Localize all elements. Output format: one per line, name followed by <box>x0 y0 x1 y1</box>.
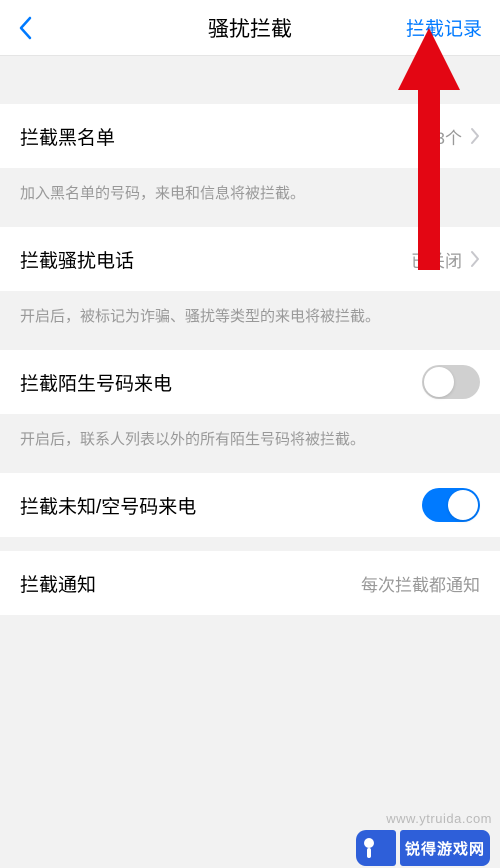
row-harass-calls[interactable]: 拦截骚扰电话 已关闭 <box>0 227 500 291</box>
row-desc: 开启后，被标记为诈骗、骚扰等类型的来电将被拦截。 <box>0 291 500 350</box>
logo-icon <box>356 830 396 866</box>
section-gap <box>0 537 500 551</box>
row-label: 拦截黑名单 <box>20 123 115 150</box>
logo-text: 锐得游戏网 <box>400 830 490 866</box>
row-value: 每次拦截都通知 <box>361 571 480 596</box>
row-right: 3个 <box>436 124 480 149</box>
section-gap <box>0 56 500 104</box>
page-title: 骚扰拦截 <box>208 13 292 43</box>
back-button[interactable] <box>18 16 58 40</box>
row-label: 拦截通知 <box>20 570 96 597</box>
row-right: 每次拦截都通知 <box>361 571 480 596</box>
header: 骚扰拦截 拦截记录 <box>0 0 500 56</box>
row-desc: 开启后，联系人列表以外的所有陌生号码将被拦截。 <box>0 414 500 473</box>
records-button[interactable]: 拦截记录 <box>406 14 482 41</box>
row-notify[interactable]: 拦截通知 每次拦截都通知 <box>0 551 500 615</box>
toggle-unknown[interactable] <box>422 488 480 522</box>
row-right: 已关闭 <box>411 247 480 272</box>
watermark-url: www.ytruida.com <box>386 811 492 826</box>
row-value: 已关闭 <box>411 247 462 272</box>
toggle-stranger[interactable] <box>422 365 480 399</box>
toggle-knob <box>448 490 478 520</box>
chevron-right-icon <box>470 250 480 268</box>
site-logo: 锐得游戏网 <box>356 830 490 866</box>
toggle-knob <box>424 367 454 397</box>
row-block-stranger: 拦截陌生号码来电 <box>0 350 500 414</box>
row-blacklist[interactable]: 拦截黑名单 3个 <box>0 104 500 168</box>
row-value: 3个 <box>436 124 462 149</box>
row-label: 拦截骚扰电话 <box>20 246 134 273</box>
row-block-unknown: 拦截未知/空号码来电 <box>0 473 500 537</box>
row-label: 拦截陌生号码来电 <box>20 369 172 396</box>
chevron-right-icon <box>470 127 480 145</box>
row-label: 拦截未知/空号码来电 <box>20 492 196 519</box>
row-desc: 加入黑名单的号码，来电和信息将被拦截。 <box>0 168 500 227</box>
chevron-left-icon <box>18 16 32 40</box>
